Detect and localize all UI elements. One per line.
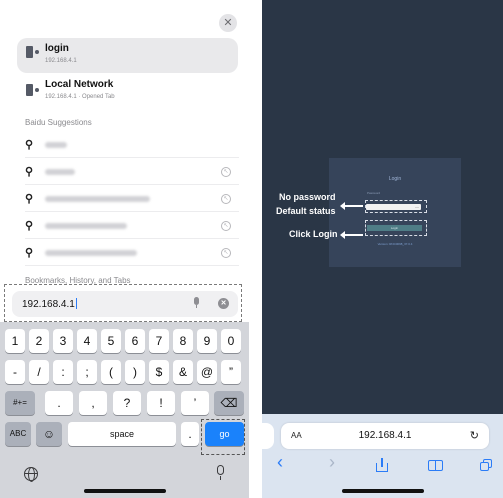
go-button-highlight bbox=[201, 419, 245, 455]
key-exclamation[interactable]: ! bbox=[147, 391, 175, 415]
globe-icon[interactable] bbox=[24, 467, 38, 482]
address-input[interactable]: 192.168.4.1 ✕ bbox=[12, 291, 238, 317]
key-3[interactable]: 3 bbox=[53, 329, 73, 353]
annotation-arrow bbox=[340, 231, 363, 239]
annotation-no-password: No password bbox=[279, 192, 336, 202]
key-slash[interactable]: / bbox=[29, 360, 49, 384]
key-dot[interactable]: . bbox=[181, 422, 199, 446]
key-1[interactable]: 1 bbox=[5, 329, 25, 353]
fill-arrow-icon[interactable]: ↖ bbox=[221, 248, 231, 258]
key-5[interactable]: 5 bbox=[101, 329, 121, 353]
blurred-text bbox=[45, 142, 67, 148]
baidu-suggestion-row[interactable]: ⚲ ↖ bbox=[25, 213, 239, 239]
key-hyphen[interactable]: - bbox=[5, 360, 25, 384]
back-icon[interactable]: ‹ bbox=[277, 452, 283, 473]
microphone-icon[interactable] bbox=[193, 297, 200, 308]
home-indicator bbox=[342, 489, 424, 493]
key-symbols[interactable]: #+= bbox=[5, 391, 35, 415]
search-icon: ⚲ bbox=[25, 247, 34, 259]
key-2[interactable]: 2 bbox=[29, 329, 49, 353]
browser-toolbar: AA 192.168.4.1 ↻ ‹ › bbox=[262, 414, 503, 498]
screenshot: ✕ login 192.168.4.1 Local Network 192.16… bbox=[0, 0, 503, 498]
tabs-icon[interactable] bbox=[480, 459, 492, 471]
blurred-text bbox=[45, 196, 150, 202]
close-icon[interactable]: ✕ bbox=[219, 14, 237, 32]
share-icon[interactable] bbox=[376, 458, 388, 472]
baidu-suggestion-row[interactable]: ⚲ ↖ bbox=[25, 159, 239, 185]
suggestion-subtitle-local-network: 192.168.4.1 · Opened Tab bbox=[45, 94, 115, 100]
left-phone-screen: ✕ login 192.168.4.1 Local Network 192.16… bbox=[0, 0, 249, 498]
key-semicolon[interactable]: ; bbox=[77, 360, 97, 384]
key-9[interactable]: 9 bbox=[197, 329, 217, 353]
key-4[interactable]: 4 bbox=[77, 329, 97, 353]
right-phone-screen: Login Password — Login Version: RNC0098_… bbox=[262, 0, 503, 498]
network-icon bbox=[26, 83, 40, 97]
key-space[interactable]: space bbox=[68, 422, 176, 446]
key-ampersand[interactable]: & bbox=[173, 360, 193, 384]
key-comma[interactable]: , bbox=[79, 391, 107, 415]
key-0[interactable]: 0 bbox=[221, 329, 241, 353]
login-button-highlight bbox=[365, 220, 427, 236]
blurred-text bbox=[45, 169, 75, 175]
key-period[interactable]: . bbox=[45, 391, 73, 415]
url-text: 192.168.4.1 bbox=[358, 430, 412, 441]
reload-icon[interactable]: ↻ bbox=[470, 429, 479, 442]
login-title: Login bbox=[388, 176, 402, 182]
key-apostrophe[interactable]: ’ bbox=[181, 391, 209, 415]
blurred-text bbox=[45, 223, 127, 229]
suggestion-title-login[interactable]: login bbox=[45, 43, 69, 54]
key-abc[interactable]: ABC bbox=[5, 422, 31, 446]
url-bar[interactable]: AA 192.168.4.1 ↻ bbox=[281, 423, 489, 449]
password-input-highlight bbox=[365, 200, 427, 213]
baidu-suggestion-row[interactable]: ⚲ bbox=[25, 132, 239, 158]
network-icon bbox=[26, 45, 40, 59]
fill-arrow-icon[interactable]: ↖ bbox=[221, 194, 231, 204]
key-quote[interactable]: ” bbox=[221, 360, 241, 384]
emoji-icon[interactable]: ☺ bbox=[36, 422, 62, 446]
suggestion-title-local-network[interactable]: Local Network bbox=[45, 79, 113, 90]
baidu-suggestion-row[interactable]: ⚲ ↖ bbox=[25, 240, 239, 266]
fill-arrow-icon[interactable]: ↖ bbox=[221, 167, 231, 177]
forward-icon[interactable]: › bbox=[329, 452, 335, 473]
key-at[interactable]: @ bbox=[197, 360, 217, 384]
key-close-paren[interactable]: ) bbox=[125, 360, 145, 384]
blurred-text bbox=[45, 250, 137, 256]
suggestion-subtitle-login: 192.168.4.1 bbox=[45, 58, 77, 64]
key-6[interactable]: 6 bbox=[125, 329, 145, 353]
key-8[interactable]: 8 bbox=[173, 329, 193, 353]
address-input-text: 192.168.4.1 bbox=[22, 298, 77, 310]
version-text: Version: RNC0098_37.0.4 bbox=[377, 242, 413, 246]
key-dollar[interactable]: $ bbox=[149, 360, 169, 384]
key-colon[interactable]: : bbox=[53, 360, 73, 384]
bookmarks-icon[interactable] bbox=[428, 460, 443, 471]
key-7[interactable]: 7 bbox=[149, 329, 169, 353]
backspace-icon[interactable]: ⌫ bbox=[214, 391, 244, 415]
key-open-paren[interactable]: ( bbox=[101, 360, 121, 384]
annotation-default-status: Default status bbox=[276, 206, 336, 216]
dictation-microphone-icon[interactable] bbox=[216, 465, 225, 481]
search-icon: ⚲ bbox=[25, 193, 34, 205]
clear-text-icon[interactable]: ✕ bbox=[218, 298, 229, 309]
previous-tab-peek[interactable] bbox=[262, 423, 274, 449]
baidu-suggestions-label: Baidu Suggestions bbox=[25, 118, 92, 127]
key-question[interactable]: ? bbox=[113, 391, 141, 415]
search-icon: ⚲ bbox=[25, 166, 34, 178]
annotation-click-login: Click Login bbox=[289, 229, 338, 239]
fill-arrow-icon[interactable]: ↖ bbox=[221, 221, 231, 231]
baidu-suggestion-row[interactable]: ⚲ ↖ bbox=[25, 186, 239, 212]
home-indicator bbox=[84, 489, 166, 493]
password-label: Password bbox=[367, 191, 381, 195]
annotation-arrow bbox=[340, 202, 363, 210]
search-icon: ⚲ bbox=[25, 139, 34, 151]
text-caret bbox=[75, 298, 77, 309]
search-icon: ⚲ bbox=[25, 220, 34, 232]
